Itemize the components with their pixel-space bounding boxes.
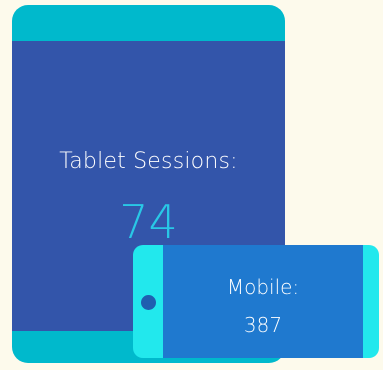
mobile-sessions-value: 387	[243, 313, 283, 337]
mobile-sessions-label: Mobile:	[226, 275, 300, 299]
phone-home-button-icon	[141, 295, 156, 310]
mobile-device: Mobile: 387	[133, 245, 379, 358]
tablet-sessions-label: Tablet Sessions:	[59, 149, 238, 174]
mobile-screen	[163, 245, 363, 358]
tablet-sessions-value: 74	[119, 195, 178, 249]
